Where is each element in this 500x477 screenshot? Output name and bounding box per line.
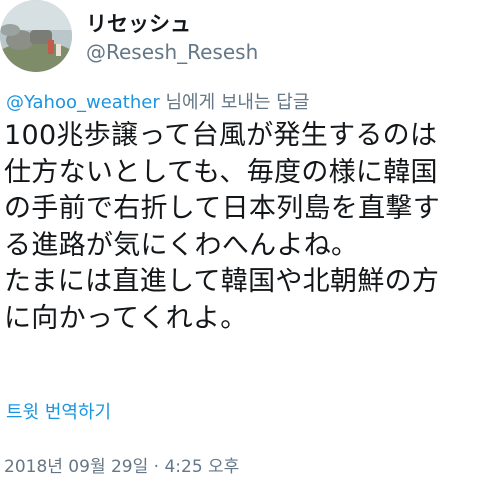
avatar[interactable] bbox=[0, 0, 72, 72]
reply-context-suffix: 님에게 보내는 답글 bbox=[159, 92, 310, 113]
avatar-image bbox=[0, 0, 72, 72]
translate-tweet-link[interactable]: 트윗 번역하기 bbox=[6, 398, 111, 424]
tweet-card: リセッシュ @Resesh_Resesh @Yahoo_weather 님에게 … bbox=[0, 0, 500, 477]
mention-link[interactable]: @Yahoo_weather bbox=[6, 92, 160, 113]
user-handle[interactable]: @Resesh_Resesh bbox=[86, 40, 258, 64]
display-name[interactable]: リセッシュ bbox=[86, 8, 191, 38]
tweet-timestamp[interactable]: 2018년 09월 29일 · 4:25 오후 bbox=[4, 452, 239, 477]
tweet-text: 100兆歩譲って台風が発生するのは 仕方ないとしても、毎度の様に韓国 の手前で右… bbox=[4, 120, 440, 334]
reply-context: @Yahoo_weather 님에게 보내는 답글 bbox=[6, 88, 309, 114]
